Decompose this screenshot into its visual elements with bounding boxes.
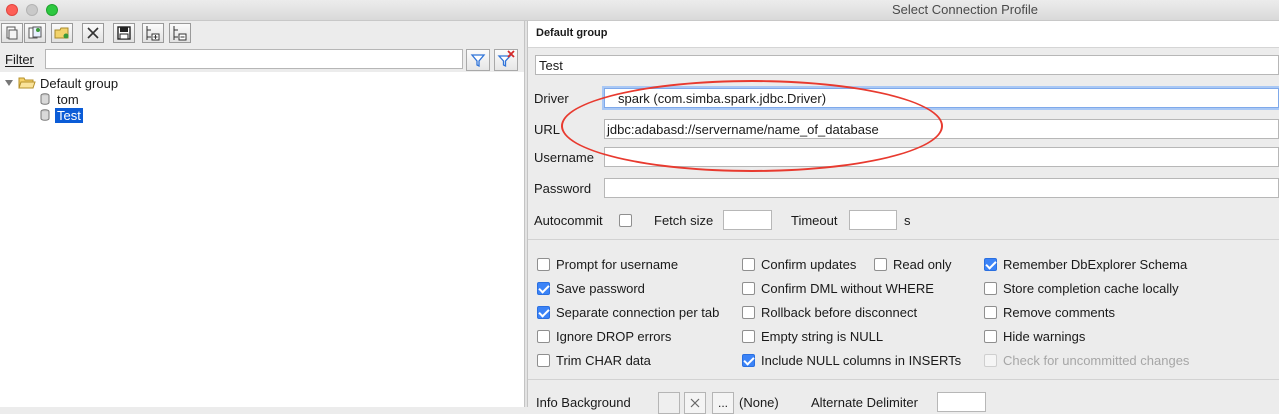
expand-all-icon xyxy=(146,26,160,41)
clear-filter-icon xyxy=(497,50,515,68)
clear-filter-button[interactable] xyxy=(494,49,518,71)
separator xyxy=(528,379,1279,380)
delete-profile-button[interactable] xyxy=(82,23,104,43)
tree-item-test[interactable]: Test xyxy=(40,107,83,123)
remove-comments-checkbox[interactable] xyxy=(984,306,997,319)
password-input[interactable] xyxy=(604,178,1279,198)
separate-connection-label: Separate connection per tab xyxy=(556,305,720,320)
window-title: Select Connection Profile xyxy=(892,2,1038,17)
password-label: Password xyxy=(534,181,592,196)
remove-comments-label: Remove comments xyxy=(1003,305,1115,320)
group-header-label: Default group xyxy=(536,27,608,39)
autocommit-label: Autocommit xyxy=(534,213,603,228)
empty-string-null-checkbox[interactable] xyxy=(742,330,755,343)
timeout-input[interactable] xyxy=(849,210,897,230)
hide-warnings-checkbox[interactable] xyxy=(984,330,997,343)
rollback-disconnect-label: Rollback before disconnect xyxy=(761,305,918,320)
confirm-updates-checkbox[interactable] xyxy=(742,258,755,271)
driver-label: Driver xyxy=(534,91,569,106)
new-profile-icon xyxy=(6,26,18,40)
url-input[interactable]: jdbc:adabasd://servername/name_of_databa… xyxy=(604,119,1279,139)
store-completion-cache-checkbox[interactable] xyxy=(984,282,997,295)
profile-toolbar xyxy=(0,21,524,45)
store-completion-cache-label: Store completion cache locally xyxy=(1003,281,1179,296)
read-only-label: Read only xyxy=(893,257,952,272)
database-icon xyxy=(40,93,50,105)
tree-item-label: tom xyxy=(57,91,79,107)
fetch-size-label: Fetch size xyxy=(654,213,714,228)
ignore-drop-errors-checkbox[interactable] xyxy=(537,330,550,343)
separate-connection-checkbox[interactable] xyxy=(537,306,550,319)
tree-item-tom[interactable]: tom xyxy=(40,91,79,107)
filter-icon xyxy=(470,54,486,68)
new-profile-button[interactable] xyxy=(1,23,23,43)
autocommit-checkbox[interactable] xyxy=(619,214,632,227)
collapse-all-button[interactable] xyxy=(169,23,191,43)
confirm-dml-label: Confirm DML without WHERE xyxy=(761,281,934,296)
timeout-unit: s xyxy=(904,213,911,228)
rollback-disconnect-checkbox[interactable] xyxy=(742,306,755,319)
save-password-label: Save password xyxy=(556,281,645,296)
remember-schema-label: Remember DbExplorer Schema xyxy=(1003,257,1188,272)
profile-editor-pane: Default group Test Driver spark (com.sim… xyxy=(528,21,1279,414)
collapse-all-icon xyxy=(173,26,187,41)
driver-select[interactable]: spark (com.simba.spark.jdbc.Driver) xyxy=(604,88,1279,108)
choose-background-button[interactable]: ... xyxy=(712,392,734,414)
check-uncommitted-label: Check for uncommitted changes xyxy=(1003,353,1190,368)
group-header: Default group xyxy=(528,21,1279,48)
include-null-columns-checkbox[interactable] xyxy=(742,354,755,367)
expand-all-button[interactable] xyxy=(142,23,164,43)
include-null-columns-label: Include NULL columns in INSERTs xyxy=(761,353,962,368)
tree-item-label: Test xyxy=(55,107,83,123)
collapse-arrow-icon xyxy=(5,80,13,86)
save-profiles-button[interactable] xyxy=(113,23,135,43)
profile-name-field[interactable]: Test xyxy=(535,55,1279,75)
tree-group-default[interactable]: Default group xyxy=(4,75,118,91)
copy-profile-button[interactable] xyxy=(24,23,46,43)
save-icon xyxy=(117,26,131,40)
database-icon xyxy=(40,109,50,121)
prompt-username-checkbox[interactable] xyxy=(537,258,550,271)
confirm-updates-label: Confirm updates xyxy=(761,257,857,272)
empty-string-null-label: Empty string is NULL xyxy=(761,329,884,344)
ignore-drop-errors-label: Ignore DROP errors xyxy=(556,329,672,344)
title-bar: Select Connection Profile xyxy=(0,0,1279,21)
profile-tree-pane: Filter Default group tom Test xyxy=(0,21,524,407)
username-input[interactable] xyxy=(604,147,1279,167)
save-password-checkbox[interactable] xyxy=(537,282,550,295)
apply-filter-button[interactable] xyxy=(466,49,490,71)
new-folder-icon xyxy=(54,27,69,39)
alternate-delimiter-label: Alternate Delimiter xyxy=(811,395,918,410)
remember-schema-checkbox[interactable] xyxy=(984,258,997,271)
alternate-delimiter-input[interactable] xyxy=(937,392,986,412)
check-uncommitted-checkbox xyxy=(984,354,997,367)
profile-tree: Default group tom Test xyxy=(0,72,524,407)
new-folder-button[interactable] xyxy=(51,23,73,43)
username-label: Username xyxy=(534,150,594,165)
copy-profile-icon xyxy=(28,26,42,39)
separator xyxy=(528,239,1279,240)
delete-icon xyxy=(87,27,99,39)
info-background-swatch xyxy=(658,392,680,414)
clear-background-button[interactable] xyxy=(684,392,706,414)
tree-group-label: Default group xyxy=(40,75,119,91)
trim-char-data-label: Trim CHAR data xyxy=(556,353,651,368)
read-only-checkbox[interactable] xyxy=(874,258,887,271)
info-background-label: Info Background xyxy=(536,395,631,410)
filter-input[interactable] xyxy=(45,49,463,69)
timeout-label: Timeout xyxy=(791,213,838,228)
filter-label: Filter xyxy=(5,52,34,67)
trim-char-data-checkbox[interactable] xyxy=(537,354,550,367)
url-label: URL xyxy=(534,122,561,137)
hide-warnings-label: Hide warnings xyxy=(1003,329,1086,344)
folder-open-icon xyxy=(18,77,36,89)
info-background-value: (None) xyxy=(739,395,779,410)
prompt-username-label: Prompt for username xyxy=(556,257,679,272)
confirm-dml-checkbox[interactable] xyxy=(742,282,755,295)
fetch-size-input[interactable] xyxy=(723,210,772,230)
